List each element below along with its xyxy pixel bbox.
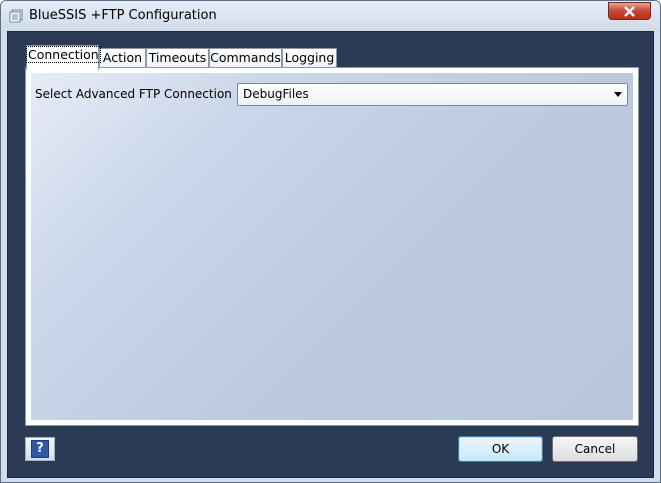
title-bar[interactable]: BlueSSIS +FTP Configuration (1, 1, 660, 31)
cancel-button[interactable]: Cancel (552, 436, 638, 462)
ftp-connection-dropdown[interactable]: DebugFiles (237, 83, 628, 106)
tab-label: Timeouts (148, 50, 207, 65)
window-title: BlueSSIS +FTP Configuration (29, 8, 217, 23)
tab-logging[interactable]: Logging (282, 48, 337, 68)
help-button[interactable]: ? (25, 437, 55, 461)
close-button[interactable] (608, 2, 651, 20)
tab-label: Connection (26, 46, 101, 63)
tab-action[interactable]: Action (99, 48, 146, 68)
ok-button[interactable]: OK (458, 436, 543, 462)
question-mark-icon: ? (31, 440, 49, 458)
ftp-connection-label: Select Advanced FTP Connection : (35, 87, 240, 101)
tab-label: Commands (210, 50, 281, 65)
tab-panel-connection (25, 67, 639, 426)
tab-panel-background (31, 73, 633, 420)
tab-label: Action (102, 50, 143, 65)
tab-timeouts[interactable]: Timeouts (146, 48, 209, 68)
ftp-connection-selected-value: DebugFiles (243, 87, 309, 101)
app-icon (9, 9, 23, 23)
chevron-down-icon (614, 92, 622, 97)
close-icon (624, 6, 635, 17)
tab-label: Logging (284, 50, 335, 65)
tab-commands[interactable]: Commands (209, 48, 282, 68)
tab-connection[interactable]: Connection (26, 45, 101, 70)
